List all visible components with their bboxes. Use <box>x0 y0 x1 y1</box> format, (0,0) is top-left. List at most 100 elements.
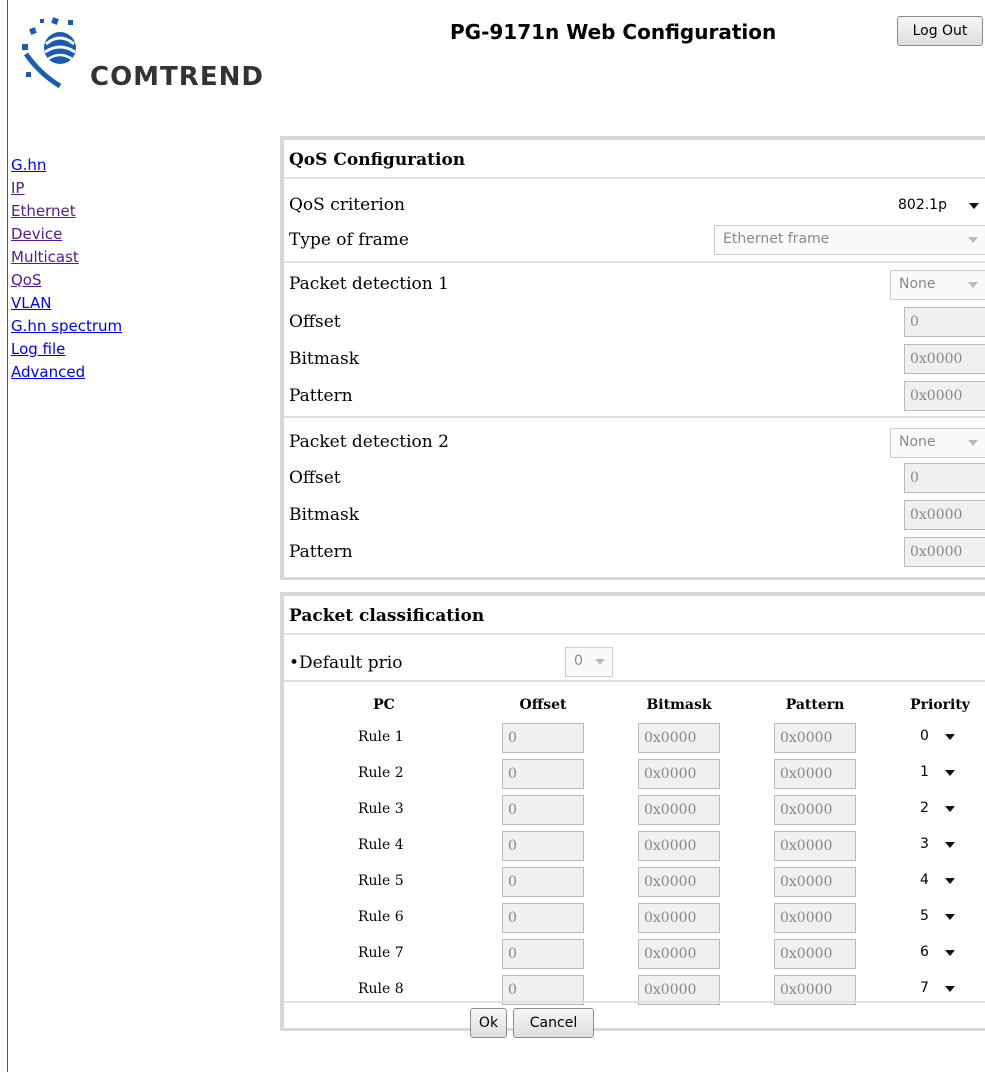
column-header-priority: Priority <box>910 697 970 713</box>
column-header-pc: PC <box>373 697 395 713</box>
rule-label: Rule 6 <box>358 909 404 925</box>
packet-detection-2-value: None <box>899 434 936 450</box>
column-header-offset: Offset <box>519 697 567 713</box>
rule-priority-value: 5 <box>920 908 929 924</box>
rule-pattern-input[interactable]: 0x0000 <box>774 939 856 969</box>
rule-priority-value: 3 <box>920 836 929 852</box>
rule-priority-select[interactable]: 6 <box>916 939 962 969</box>
offset-label: Offset <box>289 312 341 332</box>
rule-pattern-input[interactable]: 0x0000 <box>774 759 856 789</box>
chevron-down-icon <box>968 282 978 288</box>
column-header-pattern: Pattern <box>785 697 845 713</box>
detection-1-bitmask-input[interactable]: 0x0000 <box>904 344 985 374</box>
rule-pattern-input[interactable]: 0x0000 <box>774 903 856 933</box>
rule-bitmask-input[interactable]: 0x0000 <box>638 939 720 969</box>
packet-detection-1-label: Packet detection 1 <box>289 274 449 294</box>
detection-2-offset-input[interactable]: 0 <box>904 463 985 493</box>
nav-item-ghn[interactable]: G.hn <box>11 154 122 177</box>
divider <box>284 261 985 263</box>
pattern-label: Pattern <box>289 386 353 406</box>
default-prio-select[interactable]: 0 <box>565 647 613 677</box>
cancel-button[interactable]: Cancel <box>513 1008 594 1038</box>
pattern-label: Pattern <box>289 542 353 562</box>
chevron-down-icon <box>969 203 979 209</box>
qos-configuration-panel: QoS Configuration QoS criterion 802.1p T… <box>280 136 985 580</box>
rule-label: Rule 1 <box>358 729 404 745</box>
rule-pattern-input[interactable]: 0x0000 <box>774 867 856 897</box>
chevron-down-icon <box>945 914 955 920</box>
rule-pattern-input[interactable]: 0x0000 <box>774 723 856 753</box>
qos-criterion-label: QoS criterion <box>289 195 405 215</box>
log-out-button[interactable]: Log Out <box>897 16 983 46</box>
rule-bitmask-input[interactable]: 0x0000 <box>638 831 720 861</box>
packet-classification-panel: Packet classification •Default prio 0 PC… <box>280 592 985 1038</box>
rule-offset-input[interactable]: 0 <box>502 831 584 861</box>
rule-priority-select[interactable]: 2 <box>916 795 962 825</box>
detection-2-pattern-input[interactable]: 0x0000 <box>904 537 985 567</box>
qos-criterion-value: 802.1p <box>898 197 947 213</box>
rule-priority-select[interactable]: 3 <box>916 831 962 861</box>
rule-bitmask-input[interactable]: 0x0000 <box>638 867 720 897</box>
qos-criterion-select[interactable]: 802.1p <box>894 192 985 222</box>
detection-2-bitmask-input[interactable]: 0x0000 <box>904 500 985 530</box>
rule-bitmask-input[interactable]: 0x0000 <box>638 723 720 753</box>
packet-detection-1-value: None <box>899 276 936 292</box>
default-prio-value: 0 <box>574 653 583 669</box>
type-of-frame-select[interactable]: Ethernet frame <box>714 225 985 255</box>
column-header-bitmask: Bitmask <box>646 697 712 713</box>
nav-item-vlan[interactable]: VLAN <box>11 292 122 315</box>
divider <box>284 633 985 635</box>
chevron-down-icon <box>945 734 955 740</box>
rule-priority-value: 0 <box>920 728 929 744</box>
page-title: PG-9171n Web Configuration <box>450 20 777 44</box>
nav-item-multicast[interactable]: Multicast <box>11 246 122 269</box>
section-title: Packet classification <box>289 606 485 626</box>
detection-1-pattern-input[interactable]: 0x0000 <box>904 381 985 411</box>
rule-label: Rule 4 <box>358 837 404 853</box>
rule-priority-select[interactable]: 4 <box>916 867 962 897</box>
rule-priority-select[interactable]: 1 <box>916 759 962 789</box>
nav-item-ip[interactable]: IP <box>11 177 122 200</box>
rule-pattern-input[interactable]: 0x0000 <box>774 831 856 861</box>
rule-priority-value: 1 <box>920 764 929 780</box>
rule-offset-input[interactable]: 0 <box>502 759 584 789</box>
divider <box>284 1001 985 1003</box>
rule-offset-input[interactable]: 0 <box>502 795 584 825</box>
chevron-down-icon <box>945 842 955 848</box>
left-border <box>7 0 8 1072</box>
type-of-frame-value: Ethernet frame <box>723 231 830 247</box>
rule-bitmask-input[interactable]: 0x0000 <box>638 795 720 825</box>
chevron-down-icon <box>945 806 955 812</box>
rule-bitmask-input[interactable]: 0x0000 <box>638 903 720 933</box>
nav-item-ethernet[interactable]: Ethernet <box>11 200 122 223</box>
rule-offset-input[interactable]: 0 <box>502 903 584 933</box>
ok-button[interactable]: Ok <box>470 1008 507 1038</box>
nav-item-ghn-spectrum[interactable]: G.hn spectrum <box>11 315 122 338</box>
rule-label: Rule 8 <box>358 981 404 997</box>
sidebar-nav: G.hn IP Ethernet Device Multicast QoS VL… <box>11 154 122 384</box>
rule-offset-input[interactable]: 0 <box>502 723 584 753</box>
chevron-down-icon <box>595 659 605 665</box>
packet-detection-2-select[interactable]: None <box>890 428 985 458</box>
divider <box>284 680 985 682</box>
packet-detection-2-label: Packet detection 2 <box>289 432 449 452</box>
rule-bitmask-input[interactable]: 0x0000 <box>638 759 720 789</box>
nav-item-log-file[interactable]: Log file <box>11 338 122 361</box>
rule-offset-input[interactable]: 0 <box>502 939 584 969</box>
nav-item-device[interactable]: Device <box>11 223 122 246</box>
packet-detection-1-select[interactable]: None <box>890 270 985 300</box>
rule-label: Rule 2 <box>358 765 404 781</box>
bitmask-label: Bitmask <box>289 349 360 369</box>
chevron-down-icon <box>945 770 955 776</box>
rule-offset-input[interactable]: 0 <box>502 867 584 897</box>
rule-priority-select[interactable]: 5 <box>916 903 962 933</box>
rule-pattern-input[interactable]: 0x0000 <box>774 795 856 825</box>
nav-item-advanced[interactable]: Advanced <box>11 361 122 384</box>
chevron-down-icon <box>945 986 955 992</box>
nav-item-qos[interactable]: QoS <box>11 269 122 292</box>
detection-1-offset-input[interactable]: 0 <box>904 307 985 337</box>
chevron-down-icon <box>968 237 978 243</box>
brand-name: COMTREND <box>90 62 264 92</box>
rule-priority-select[interactable]: 0 <box>916 723 962 753</box>
divider <box>284 177 985 179</box>
